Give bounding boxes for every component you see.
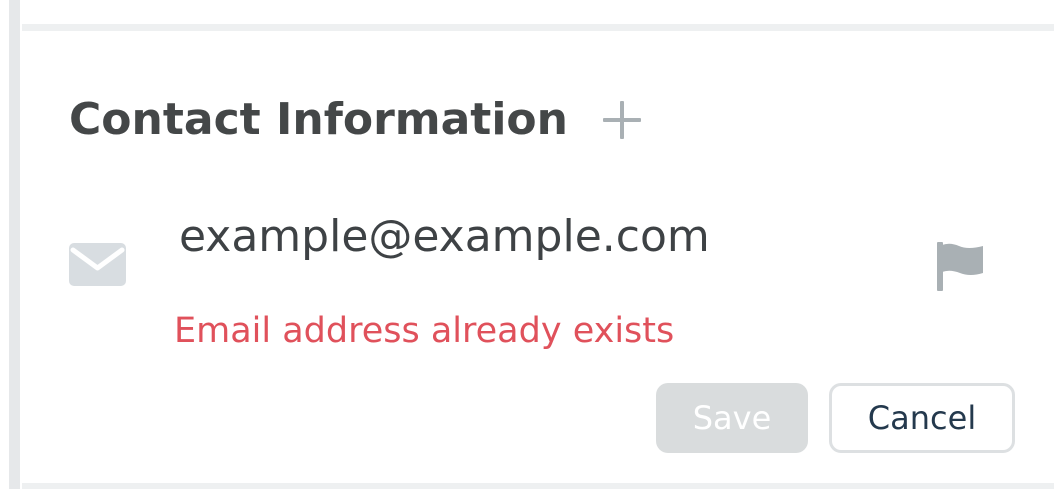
section-title: Contact Information bbox=[69, 94, 568, 145]
top-divider bbox=[22, 24, 1054, 31]
flag-icon[interactable] bbox=[937, 242, 985, 292]
section-header: Contact Information bbox=[69, 92, 642, 148]
email-error-message: Email address already exists bbox=[174, 311, 675, 351]
envelope-icon bbox=[69, 243, 126, 286]
left-divider bbox=[0, 0, 22, 489]
save-button[interactable]: Save bbox=[656, 383, 808, 453]
bottom-divider bbox=[22, 483, 1054, 489]
contact-information-panel: Contact Information example@example.com … bbox=[0, 0, 1054, 489]
cancel-button[interactable]: Cancel bbox=[829, 383, 1015, 453]
email-value[interactable]: example@example.com bbox=[179, 211, 710, 263]
plus-icon[interactable] bbox=[602, 100, 642, 140]
